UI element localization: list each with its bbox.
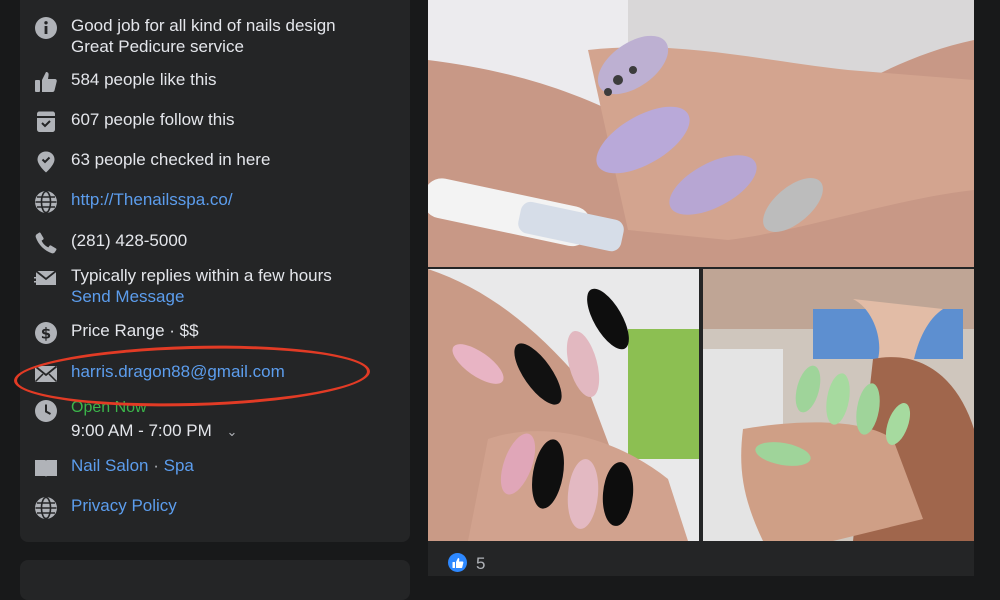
photo-grid	[428, 0, 974, 541]
likes-text: 584 people like this	[71, 70, 217, 89]
category-separator: ·	[148, 456, 164, 475]
reaction-count[interactable]: 5	[476, 554, 485, 574]
intro-row: Good job for all kind of nails design Gr…	[34, 16, 374, 57]
replies-text: Typically replies within a few hours	[71, 266, 332, 285]
follow-icon	[34, 110, 58, 134]
check-in-icon	[34, 150, 58, 174]
website-link[interactable]: http://Thenailsspa.co/	[71, 190, 233, 211]
phone-icon	[34, 231, 58, 255]
photo-green-glitter-nails[interactable]	[703, 269, 974, 541]
message-icon	[34, 266, 58, 290]
website-row[interactable]: http://Thenailsspa.co/	[34, 190, 233, 214]
svg-text:$: $	[41, 325, 51, 343]
replies-row: Typically replies within a few hours Sen…	[34, 266, 332, 307]
info-icon	[34, 16, 58, 40]
clock-icon	[34, 399, 58, 423]
photo-black-pink-nails[interactable]	[428, 269, 699, 541]
privacy-row[interactable]: Privacy Policy	[34, 496, 177, 520]
chevron-down-icon[interactable]: ⌄	[227, 422, 238, 443]
category-spa[interactable]: Spa	[164, 456, 194, 475]
phone-row[interactable]: (281) 428-5000	[34, 231, 187, 255]
globe-icon	[34, 496, 58, 520]
checkins-row: 63 people checked in here	[34, 150, 270, 174]
category-icon	[34, 456, 58, 480]
send-message-link[interactable]: Send Message	[71, 287, 332, 308]
like-reaction-icon[interactable]	[448, 553, 467, 572]
price-text: Price Range · $$	[71, 321, 199, 340]
price-icon: $	[34, 321, 58, 345]
globe-icon	[34, 190, 58, 214]
thumbs-up-icon	[34, 70, 58, 94]
category-nail-salon[interactable]: Nail Salon	[71, 456, 149, 475]
hours-text: 9:00 AM - 7:00 PM	[71, 421, 212, 440]
price-row: $ Price Range · $$	[34, 321, 199, 345]
category-row: Nail Salon · Spa	[34, 456, 194, 480]
photo-lavender-nails[interactable]	[428, 0, 974, 267]
phone-text: (281) 428-5000	[71, 231, 188, 250]
likes-row: 584 people like this	[34, 70, 217, 94]
follows-text: 607 people follow this	[71, 110, 235, 129]
next-card	[20, 560, 410, 600]
follows-row: 607 people follow this	[34, 110, 235, 134]
privacy-policy-link[interactable]: Privacy Policy	[71, 496, 177, 517]
checkins-text: 63 people checked in here	[71, 150, 271, 169]
reactions-bar: 5	[428, 541, 974, 576]
intro-text: Good job for all kind of nails design Gr…	[71, 16, 336, 56]
